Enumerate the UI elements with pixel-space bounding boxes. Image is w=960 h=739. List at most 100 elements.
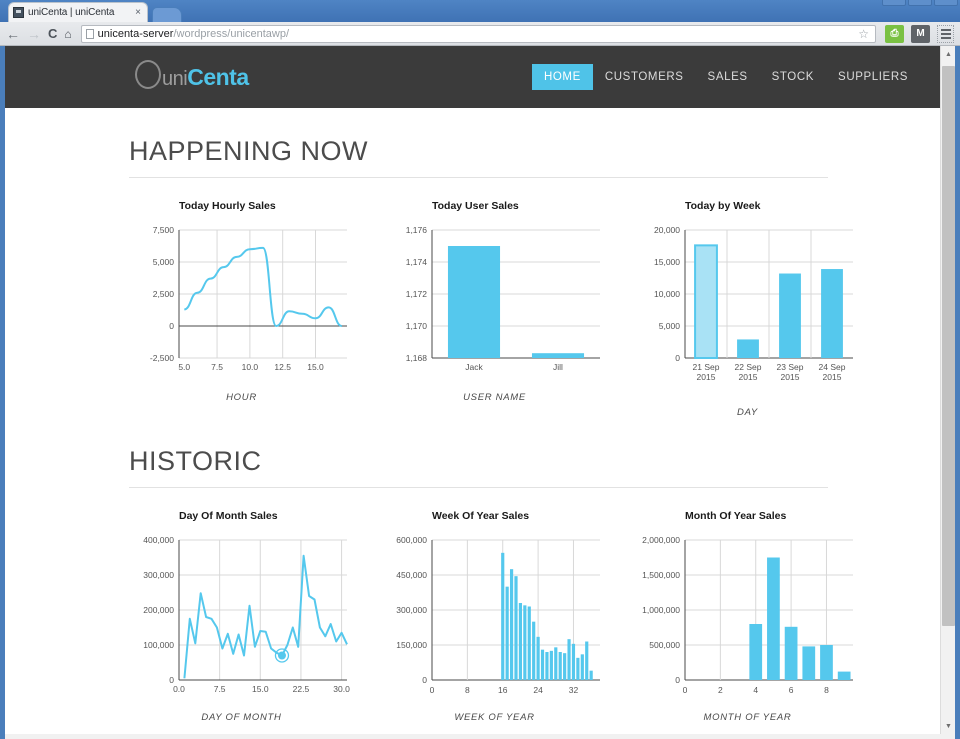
- chrome-menu-icon[interactable]: [937, 24, 954, 43]
- chart-title: Today Hourly Sales: [179, 200, 276, 212]
- svg-text:0: 0: [675, 353, 680, 363]
- reload-icon[interactable]: C: [48, 27, 57, 40]
- svg-text:5.0: 5.0: [178, 362, 190, 372]
- chart-title: Day Of Month Sales: [179, 510, 278, 522]
- svg-text:12.5: 12.5: [274, 362, 291, 372]
- svg-text:7.5: 7.5: [214, 684, 226, 694]
- svg-text:1,170: 1,170: [406, 321, 428, 331]
- chart-svg[interactable]: 05,00010,00015,00020,00021 Sep201522 Sep…: [629, 218, 866, 403]
- svg-text:16: 16: [498, 685, 508, 695]
- home-icon[interactable]: ⌂: [64, 28, 71, 40]
- nav-item-customers[interactable]: CUSTOMERS: [593, 64, 696, 90]
- svg-text:30.0: 30.0: [333, 684, 350, 694]
- section-title-happening-now: HAPPENING NOW: [129, 136, 828, 178]
- chart-plot: 0100,000200,000300,000400,0000.0 7.5 15.0 2…: [143, 535, 350, 694]
- svg-text:15.0: 15.0: [252, 684, 269, 694]
- browser-toolbar: ← → C ⌂ unicenta-server/wordpress/unicen…: [0, 22, 960, 46]
- chart-week-of-year-sales: Week Of Year Sales 0 150,000 300,000 450,00…: [376, 510, 613, 723]
- chart-svg[interactable]: 0100,000200,000300,000400,0000.0 7.5 15.0 2…: [123, 528, 360, 708]
- url-host: unicenta-server: [97, 27, 174, 40]
- browser-tab[interactable]: uniCenta | uniCenta ×: [8, 2, 148, 22]
- svg-text:22 Sep: 22 Sep: [735, 362, 762, 372]
- nav-item-sales[interactable]: SALES: [696, 64, 760, 90]
- main-nav: HOME CUSTOMERS SALES STOCK SUPPLIERS: [531, 64, 920, 90]
- svg-text:1,172: 1,172: [406, 289, 428, 299]
- chart-day-of-month-sales: Day Of Month Sales 0 100,000 200,000 300,00…: [123, 510, 360, 723]
- svg-text:20,000: 20,000: [654, 225, 680, 235]
- svg-text:7,500: 7,500: [153, 225, 175, 235]
- page-content: uniCenta HOME CUSTOMERS SALES STOCK SUPP…: [5, 46, 940, 723]
- svg-text:23 Sep: 23 Sep: [777, 362, 804, 372]
- nav-item-stock[interactable]: STOCK: [760, 64, 826, 90]
- logo-centa: Centa: [187, 63, 249, 90]
- svg-text:100,000: 100,000: [143, 640, 174, 650]
- svg-text:0.0: 0.0: [173, 684, 185, 694]
- chart-today-user-sales: Today User Sales 1,168 1,170 1,172 1,174 1,1…: [376, 200, 613, 418]
- site-header: uniCenta HOME CUSTOMERS SALES STOCK SUPP…: [5, 46, 940, 108]
- nav-item-home[interactable]: HOME: [531, 64, 593, 90]
- svg-text:0: 0: [422, 675, 427, 685]
- svg-text:600,000: 600,000: [396, 535, 427, 545]
- chart-title: Today by Week: [685, 200, 761, 212]
- address-bar[interactable]: unicenta-server/wordpress/unicentawp/ ☆: [80, 24, 876, 43]
- m-extension-icon[interactable]: M: [911, 24, 930, 43]
- minimize-button[interactable]: [882, 0, 906, 6]
- url-path: /wordpress/unicentawp/: [173, 27, 290, 40]
- x-axis-label: WEEK OF YEAR: [454, 712, 535, 723]
- bookmark-star-icon[interactable]: ☆: [858, 27, 871, 41]
- svg-text:0: 0: [169, 321, 174, 331]
- historic-charts: Day Of Month Sales 0 100,000 200,000 300,00…: [123, 510, 853, 723]
- site-logo[interactable]: uniCenta: [135, 59, 249, 92]
- url-text: unicenta-server/wordpress/unicentawp/: [98, 28, 289, 40]
- close-window-button[interactable]: [934, 0, 958, 6]
- chart-svg[interactable]: -2,500 0 2,500 5,000 7,500 5.0 7.5 10.0 12.5 15.0: [123, 218, 360, 388]
- svg-text:300,000: 300,000: [396, 605, 427, 615]
- maximize-button[interactable]: [908, 0, 932, 6]
- svg-text:2015: 2015: [697, 372, 716, 382]
- svg-text:7.5: 7.5: [211, 362, 223, 372]
- svg-text:Jill: Jill: [553, 362, 563, 372]
- vertical-scrollbar[interactable]: ▲ ▼: [940, 46, 955, 734]
- favicon-icon: [13, 7, 24, 18]
- svg-text:0: 0: [430, 685, 435, 695]
- print-extension-icon[interactable]: ⎙: [885, 24, 904, 43]
- chart-plot: 0 150,000 300,000 450,000 600,000 0 8 16 24 32: [396, 535, 600, 695]
- title-bar: uniCenta | uniCenta ×: [0, 0, 960, 22]
- close-tab-icon[interactable]: ×: [135, 7, 143, 18]
- tab-title: uniCenta | uniCenta: [28, 7, 115, 18]
- svg-text:1,176: 1,176: [406, 225, 428, 235]
- chart-svg[interactable]: 1,168 1,170 1,172 1,174 1,176 Jack Jill: [376, 218, 613, 388]
- chart-svg[interactable]: 0 500,000 1,000,000 1,500,000 2,000,000 0 2 4 6 8: [629, 528, 866, 708]
- forward-icon[interactable]: →: [27, 27, 41, 41]
- scroll-up-icon[interactable]: ▲: [941, 46, 956, 62]
- horizontal-scrollbar[interactable]: [5, 734, 955, 739]
- chart-title: Week Of Year Sales: [432, 510, 530, 522]
- svg-text:1,174: 1,174: [406, 257, 428, 267]
- svg-text:300,000: 300,000: [143, 570, 174, 580]
- svg-text:5,000: 5,000: [153, 257, 175, 267]
- logo-circle-icon: [135, 59, 161, 89]
- svg-text:32: 32: [569, 685, 579, 695]
- svg-text:2015: 2015: [781, 372, 800, 382]
- x-axis-label: HOUR: [226, 392, 257, 403]
- svg-text:15.0: 15.0: [307, 362, 324, 372]
- svg-text:6: 6: [789, 685, 794, 695]
- back-icon[interactable]: ←: [6, 27, 20, 41]
- x-axis-label: MONTH OF YEAR: [703, 712, 792, 723]
- svg-text:2015: 2015: [739, 372, 758, 382]
- scroll-down-icon[interactable]: ▼: [941, 718, 956, 734]
- svg-text:Jack: Jack: [465, 362, 483, 372]
- chart-plot: 0 500,000 1,000,000 1,500,000 2,000,000 0 2 4 6 8: [642, 535, 853, 695]
- svg-text:24: 24: [533, 685, 543, 695]
- svg-text:4: 4: [753, 685, 758, 695]
- window-controls: [882, 0, 958, 6]
- svg-text:10.0: 10.0: [242, 362, 259, 372]
- chart-svg[interactable]: 0 150,000 300,000 450,000 600,000 0 8 16 24 32: [376, 528, 613, 708]
- new-tab-button[interactable]: [152, 7, 182, 22]
- nav-item-suppliers[interactable]: SUPPLIERS: [826, 64, 920, 90]
- svg-text:5,000: 5,000: [659, 321, 681, 331]
- chart-plot: -2,500 0 2,500 5,000 7,500 5.0 7.5 10.0 12.5 15.0: [150, 225, 347, 372]
- scrollbar-thumb[interactable]: [942, 66, 955, 626]
- x-axis-label: USER NAME: [463, 392, 526, 403]
- logo-uni: uni: [162, 67, 188, 90]
